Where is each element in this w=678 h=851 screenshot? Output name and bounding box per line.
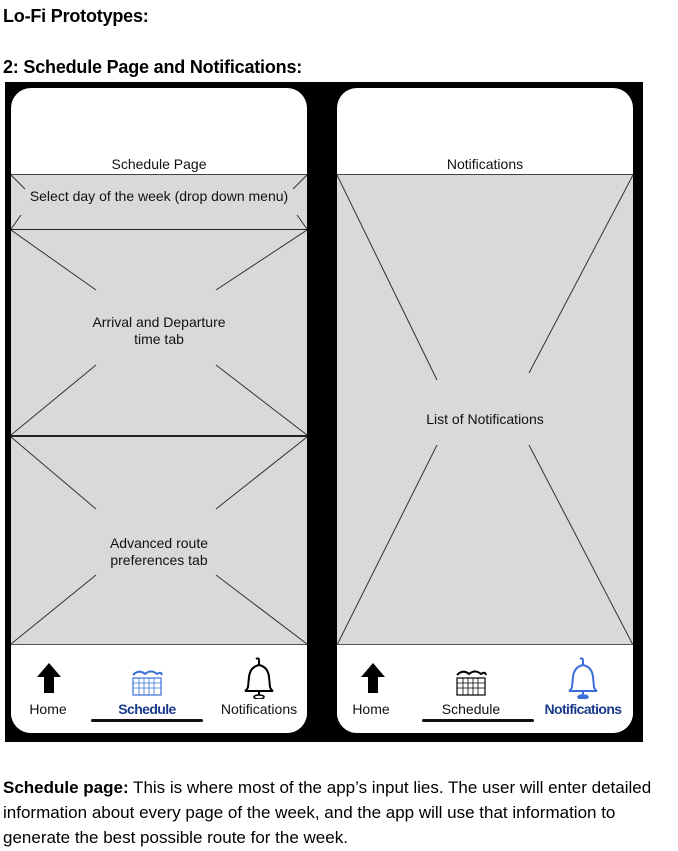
up-arrow-icon xyxy=(37,663,61,693)
up-arrow-icon xyxy=(361,663,385,693)
schedule-page-title: Schedule Page xyxy=(111,156,207,172)
page-heading: Lo-Fi Prototypes: xyxy=(3,6,149,26)
notifications-phone-mockup: Notifications List of Notifications Home xyxy=(337,88,633,733)
bottom-nav-bar: Home Schedule Notifications xyxy=(337,644,633,733)
nav-notifications-label: Notifications xyxy=(544,701,623,717)
nav-schedule-label: Schedule xyxy=(118,701,176,717)
route-preferences-tab[interactable]: Advanced route preferences tab xyxy=(11,437,307,644)
arrival-departure-label-line1: Arrival and Departure xyxy=(92,314,226,330)
route-preferences-label-line1: Advanced route xyxy=(109,535,209,551)
arrival-departure-label-line2: time tab xyxy=(134,331,184,347)
description-label: Schedule page: xyxy=(3,778,129,797)
nav-home[interactable]: Home xyxy=(339,645,403,733)
prototype-frame: Schedule Page Select day of the week (dr… xyxy=(5,82,643,742)
day-dropdown[interactable]: Select day of the week (drop down menu) xyxy=(11,174,307,231)
nav-schedule-label: Schedule xyxy=(441,701,501,717)
nav-notifications[interactable]: Notifications xyxy=(211,645,307,733)
route-preferences-label-line2: preferences tab xyxy=(110,552,208,568)
notifications-list[interactable]: List of Notifications xyxy=(337,174,633,645)
nav-notifications-label: Notifications xyxy=(220,701,298,717)
nav-home[interactable]: Home xyxy=(13,645,83,733)
nav-schedule[interactable]: Schedule xyxy=(91,645,203,733)
calendar-icon xyxy=(132,670,163,696)
active-tab-indicator xyxy=(91,719,203,722)
arrival-departure-tab[interactable]: Arrival and Departure time tab xyxy=(11,230,307,437)
notifications-placeholder-cross xyxy=(337,175,633,645)
nav-home-label: Home xyxy=(29,701,67,717)
bell-icon xyxy=(568,657,598,699)
section-heading: 2: Schedule Page and Notifications: xyxy=(3,57,303,77)
bottom-nav-bar: Home Schedule Notifications xyxy=(11,644,307,733)
schedule-phone-mockup: Schedule Page Select day of the week (dr… xyxy=(11,88,307,733)
nav-notifications[interactable]: Notifications xyxy=(533,645,633,733)
tab-indicator xyxy=(422,719,534,722)
nav-home-label: Home xyxy=(352,701,390,717)
dropdown-label: Select day of the week (drop down menu) xyxy=(29,188,289,204)
nav-schedule[interactable]: Schedule xyxy=(415,645,534,733)
description-paragraph: Schedule page: This is where most of the… xyxy=(3,775,675,850)
bell-icon xyxy=(244,657,274,699)
notifications-page-title: Notifications xyxy=(446,156,524,172)
notifications-list-label: List of Notifications xyxy=(426,411,544,427)
calendar-icon xyxy=(456,670,487,696)
